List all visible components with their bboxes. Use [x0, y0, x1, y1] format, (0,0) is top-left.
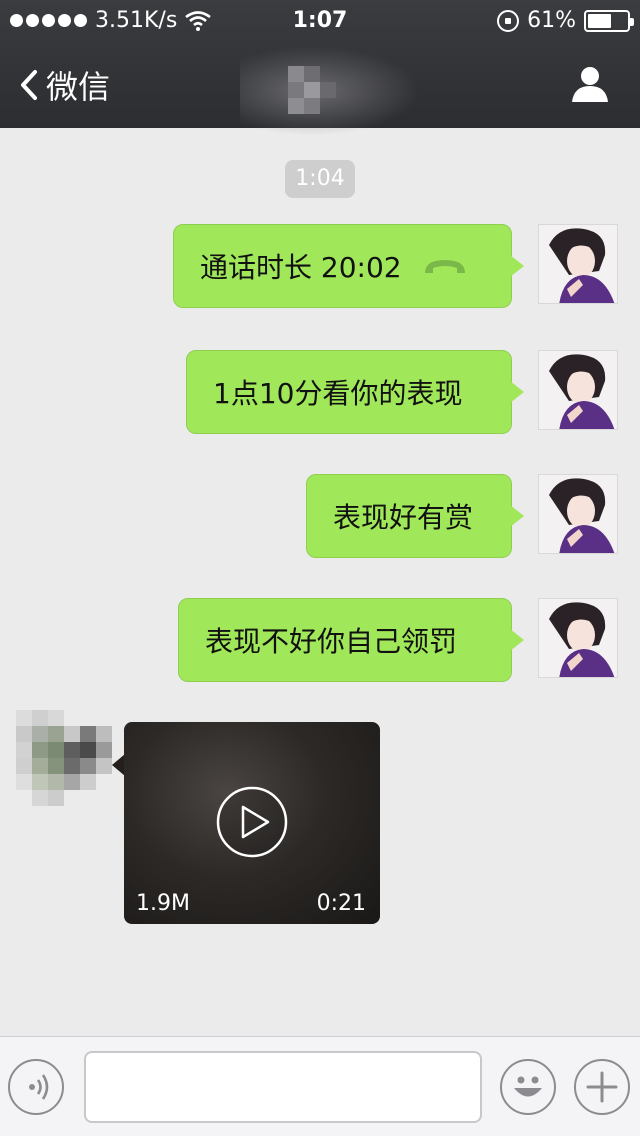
message-timestamp: 1:04 — [285, 160, 355, 198]
rotation-lock-icon — [497, 9, 520, 32]
status-bar: 3.51K/s 1:07 61% — [0, 0, 640, 40]
play-icon[interactable] — [215, 785, 289, 859]
contact-name-blurred — [240, 46, 420, 136]
voice-input-button[interactable] — [8, 1059, 64, 1115]
message-bubble[interactable]: 表现好有赏 — [306, 474, 524, 558]
voice-icon — [29, 1074, 49, 1100]
emoji-button[interactable] — [500, 1059, 556, 1115]
message-bubble[interactable]: 表现不好你自己领罚 — [178, 598, 524, 682]
avatar[interactable] — [538, 474, 618, 554]
avatar[interactable] — [538, 598, 618, 678]
message-input[interactable] — [84, 1051, 482, 1123]
avatar[interactable] — [538, 350, 618, 430]
nav-bar: 微信 — [0, 40, 640, 136]
video-size: 1.9M — [136, 891, 190, 916]
contact-avatar-blurred[interactable] — [16, 698, 116, 818]
avatar[interactable] — [538, 224, 618, 304]
person-icon[interactable] — [570, 64, 610, 104]
battery-icon — [584, 9, 634, 32]
phone-hangup-icon — [424, 260, 465, 273]
video-duration: 0:21 — [316, 891, 366, 916]
message-text: 表现好有赏 — [333, 501, 474, 534]
back-label: 微信 — [46, 68, 111, 106]
top-bar: 3.51K/s 1:07 61% 微信 — [0, 0, 640, 136]
video-message[interactable]: 1.9M 0:21 — [124, 722, 380, 924]
message-bubble-call[interactable]: 通话时长 20:02 — [173, 224, 524, 308]
chevron-left-icon — [21, 70, 37, 100]
emoji-icon — [514, 1076, 542, 1097]
plus-icon — [586, 1071, 618, 1103]
message-text: 1点10分看你的表现 — [213, 377, 463, 410]
message-bubble[interactable]: 1点10分看你的表现 — [186, 350, 524, 434]
message-text: 通话时长 20:02 — [200, 251, 402, 284]
chat-area[interactable]: 1:04 通话时长 20:02 1点10分看你的表现 表现好有赏 表现不好你自己… — [0, 128, 640, 1036]
battery-percent: 61% — [527, 8, 576, 33]
back-button[interactable]: 微信 — [20, 62, 110, 108]
message-text: 表现不好你自己领罚 — [205, 625, 458, 658]
more-button[interactable] — [574, 1059, 630, 1115]
input-bar — [0, 1036, 640, 1136]
